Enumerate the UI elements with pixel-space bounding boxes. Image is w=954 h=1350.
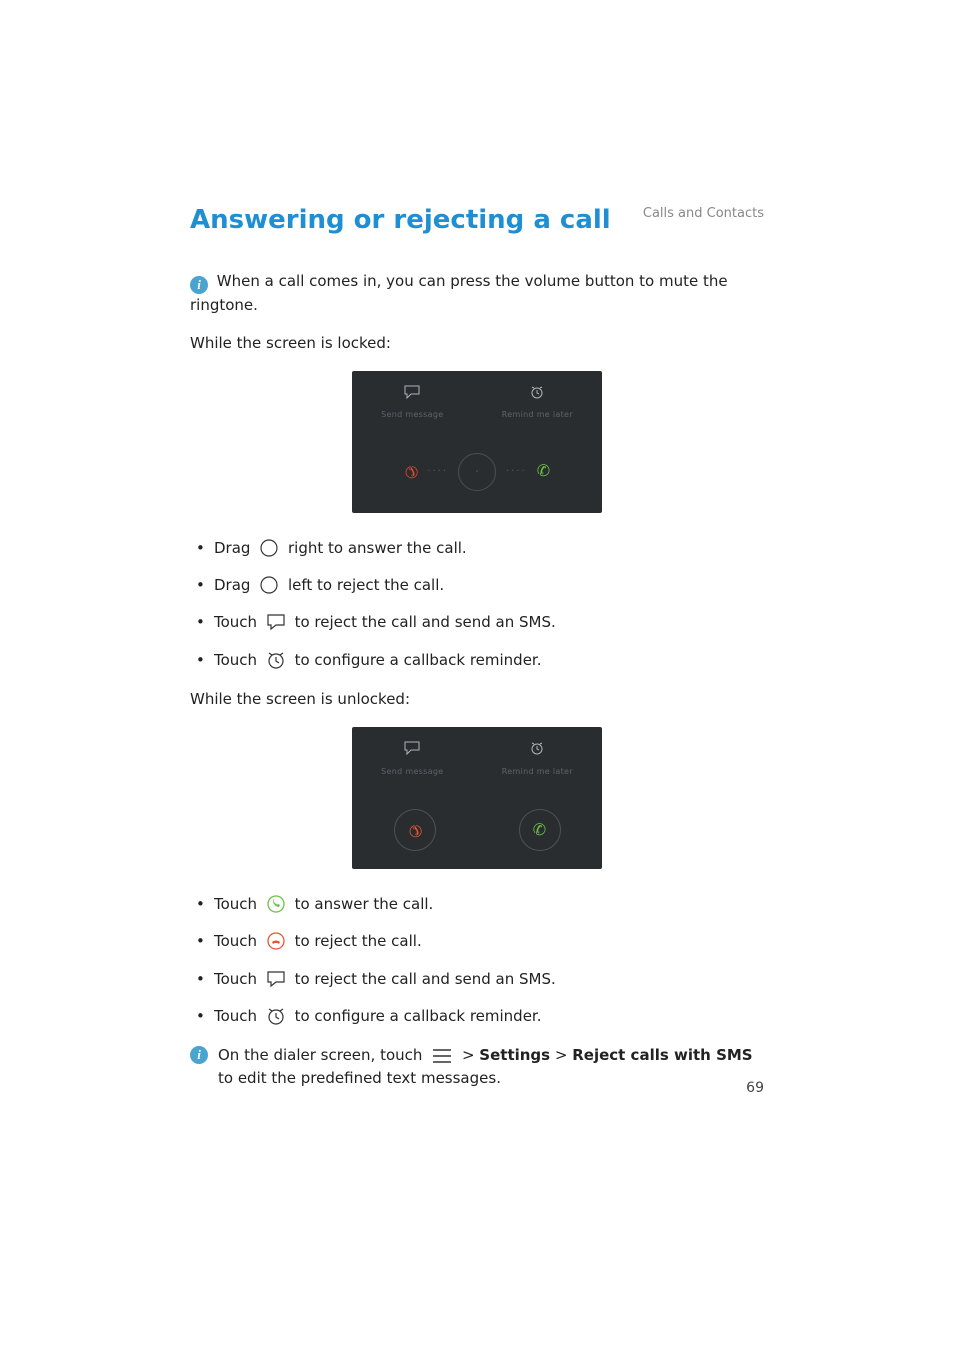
ss2-top-row: Send message Remind me later (352, 741, 602, 778)
text-fragment: to configure a callback reminder. (295, 651, 542, 669)
list-item: Drag right to answer the call. (196, 537, 764, 560)
list-item: Touch to reject the call and send an SMS… (196, 968, 764, 991)
alarm-clock-icon (266, 1006, 286, 1026)
speech-bubble-icon (266, 612, 286, 632)
ss1-sms-label: Send message (381, 409, 443, 421)
ss1-remind-label: Remind me later (502, 409, 573, 421)
info-icon: i (190, 276, 208, 294)
text-fragment: to edit the predefined text messages. (218, 1069, 501, 1087)
unlocked-intro: While the screen is unlocked: (190, 688, 764, 711)
tip-text: On the dialer screen, touch > Settings >… (218, 1046, 753, 1087)
text-fragment: to reject the call and send an SMS. (295, 970, 556, 988)
text-fragment: > (555, 1046, 572, 1064)
hamburger-menu-icon (431, 1047, 453, 1065)
text-fragment: Touch (214, 970, 262, 988)
text-fragment: left to reject the call. (288, 576, 444, 594)
hangup-mini-icon: ✆ (397, 458, 424, 485)
ss1-remind-col: Remind me later (502, 385, 573, 422)
speech-bubble-icon (381, 385, 443, 407)
dots-right: ···· (506, 464, 527, 480)
breadcrumb: Calls and Contacts (643, 204, 764, 224)
text-fragment: to answer the call. (295, 895, 434, 913)
dots-left: ···· (427, 464, 448, 480)
text-fragment: Drag (214, 539, 255, 557)
text-fragment: On the dialer screen, touch (218, 1046, 427, 1064)
ss1-top-row: Send message Remind me later (352, 385, 602, 422)
locked-intro: While the screen is locked: (190, 332, 764, 355)
list-item: Touch to configure a callback reminder. (196, 1005, 764, 1028)
info-icon: i (190, 1046, 208, 1064)
page: Calls and Contacts Answering or rejectin… (0, 0, 954, 1350)
reject-button-icon: ✆ (394, 809, 436, 851)
text-fragment: right to answer the call. (288, 539, 467, 557)
alarm-icon (502, 741, 573, 763)
list-item: Touch to reject the call and send an SMS… (196, 611, 764, 634)
text-fragment: to configure a callback reminder. (295, 1007, 542, 1025)
unlocked-instruction-list: Touch to answer the call. Touch to rejec… (190, 893, 764, 1028)
ss2-sms-label: Send message (381, 766, 443, 778)
tip-block: i On the dialer screen, touch > Settings… (190, 1044, 764, 1091)
drag-ring-icon: · (458, 453, 496, 491)
ss2-remind-col: Remind me later (502, 741, 573, 778)
list-item: Touch to answer the call. (196, 893, 764, 916)
text-fragment: to reject the call and send an SMS. (295, 613, 556, 631)
circle-icon (259, 575, 279, 595)
speech-bubble-icon (381, 741, 443, 763)
list-item: Touch to configure a callback reminder. (196, 649, 764, 672)
text-fragment: Drag (214, 576, 255, 594)
list-item: Touch to reject the call. (196, 930, 764, 953)
locked-instruction-list: Drag right to answer the call. Drag left… (190, 537, 764, 672)
ss2-remind-label: Remind me later (502, 766, 573, 778)
text-fragment: Touch (214, 895, 262, 913)
alarm-clock-icon (266, 650, 286, 670)
reject-sms-label: Reject calls with SMS (572, 1046, 752, 1064)
text-fragment: to reject the call. (295, 932, 422, 950)
ss1-slider-row: ✆ ···· · ···· ✆ (352, 453, 602, 491)
circle-icon (259, 538, 279, 558)
ss2-sms-col: Send message (381, 741, 443, 778)
answer-button-icon: ✆ (519, 809, 561, 851)
ss1-sms-col: Send message (381, 385, 443, 422)
answer-mini-icon: ✆ (537, 459, 550, 484)
alarm-icon (502, 385, 573, 407)
text-fragment: > (462, 1046, 479, 1064)
unlocked-call-screenshot: Send message Remind me later ✆ ✆ (352, 727, 602, 869)
text-fragment: Touch (214, 932, 262, 950)
answer-circle-icon (266, 894, 286, 914)
text-fragment: Touch (214, 613, 262, 631)
text-fragment: Touch (214, 651, 262, 669)
list-item: Drag left to reject the call. (196, 574, 764, 597)
info-text: When a call comes in, you can press the … (190, 272, 728, 314)
page-number: 69 (746, 1078, 764, 1100)
info-line: i When a call comes in, you can press th… (190, 270, 764, 317)
reject-circle-icon (266, 931, 286, 951)
settings-label: Settings (479, 1046, 550, 1064)
text-fragment: Touch (214, 1007, 262, 1025)
locked-call-screenshot: Send message Remind me later ✆ ···· · ··… (352, 371, 602, 513)
speech-bubble-icon (266, 969, 286, 989)
ss2-button-row: ✆ ✆ (352, 809, 602, 851)
